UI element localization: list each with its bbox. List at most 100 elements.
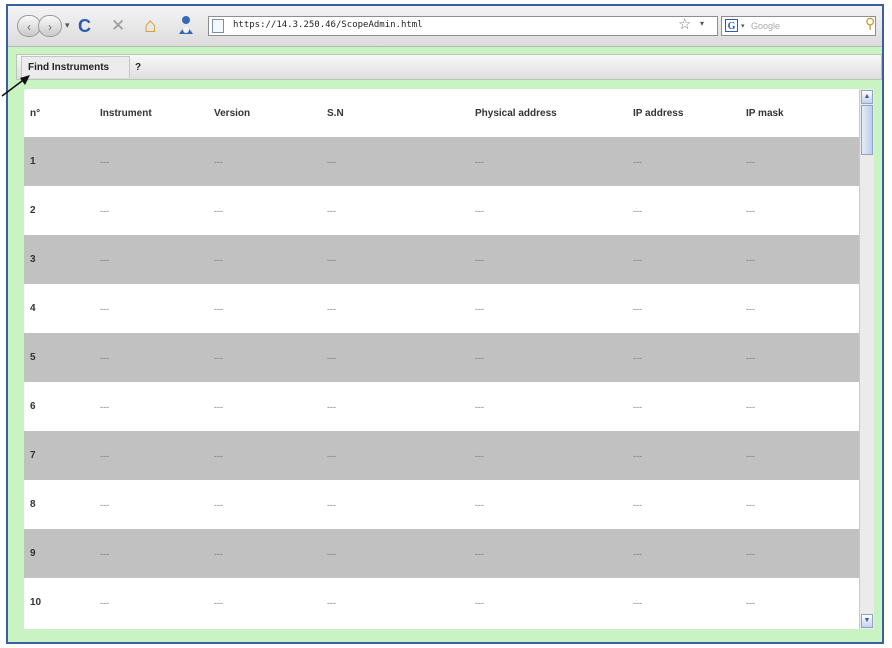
serial-number-cell: --- [327, 382, 475, 431]
version-cell: --- [214, 137, 327, 186]
table-row[interactable]: 4 --- --- --- --- --- --- [24, 284, 859, 333]
scroll-down-icon[interactable]: ▼ [861, 614, 873, 628]
reload-icon[interactable]: C [78, 13, 91, 39]
stop-icon[interactable]: ✕ [111, 13, 125, 39]
ip-mask-cell: --- [746, 382, 859, 431]
row-number-cell: 4 [24, 284, 100, 333]
row-number-cell: 1 [24, 137, 100, 186]
version-cell: --- [214, 235, 327, 284]
url-text: https://14.3.250.46/ScopeAdmin.html [233, 20, 423, 30]
physical-address-cell: --- [475, 137, 633, 186]
physical-address-cell: --- [475, 431, 633, 480]
address-bar[interactable]: https://14.3.250.46/ScopeAdmin.html [208, 16, 718, 36]
ip-mask-cell: --- [746, 431, 859, 480]
instrument-cell: --- [100, 529, 214, 578]
instrument-cell: --- [100, 137, 214, 186]
ip-address-cell: --- [633, 480, 746, 529]
physical-address-cell: --- [475, 578, 633, 627]
instrument-cell: --- [100, 480, 214, 529]
row-number-cell: 3 [24, 235, 100, 284]
table-row[interactable]: 9 --- --- --- --- --- --- [24, 529, 859, 578]
google-icon[interactable]: G [725, 19, 738, 32]
home-icon[interactable]: ⌂ [144, 13, 157, 39]
ip-address-cell: --- [633, 578, 746, 627]
ip-address-cell: --- [633, 235, 746, 284]
column-header-version[interactable]: Version [214, 89, 327, 137]
table-header-row: n° Instrument Version S.N Physical addre… [24, 89, 859, 137]
addon-icon[interactable] [176, 14, 196, 45]
physical-address-cell: --- [475, 235, 633, 284]
bookmark-star-icon[interactable]: ☆ [678, 15, 691, 33]
browser-toolbar: ‹ › ▾ C ✕ ⌂ https://14.3.250.46/ScopeAdm… [8, 6, 882, 47]
serial-number-cell: --- [327, 284, 475, 333]
search-icon[interactable]: ⚲ [865, 15, 875, 32]
ip-address-cell: --- [633, 431, 746, 480]
ip-mask-cell: --- [746, 578, 859, 627]
physical-address-cell: --- [475, 333, 633, 382]
physical-address-cell: --- [475, 480, 633, 529]
url-dropdown-icon[interactable]: ▾ [700, 19, 704, 28]
table-row[interactable]: 8 --- --- --- --- --- --- [24, 480, 859, 529]
version-cell: --- [214, 284, 327, 333]
ip-mask-cell: --- [746, 137, 859, 186]
instrument-cell: --- [100, 431, 214, 480]
instrument-cell: --- [100, 186, 214, 235]
table-row[interactable]: 2 --- --- --- --- --- --- [24, 186, 859, 235]
tab-help[interactable]: ? [135, 57, 141, 79]
column-header-instrument[interactable]: Instrument [100, 89, 214, 137]
serial-number-cell: --- [327, 186, 475, 235]
physical-address-cell: --- [475, 529, 633, 578]
vertical-scrollbar[interactable]: ▲ ▼ [859, 89, 874, 629]
scroll-up-icon[interactable]: ▲ [861, 90, 873, 104]
table-row[interactable]: 5 --- --- --- --- --- --- [24, 333, 859, 382]
table-row[interactable]: 10 --- --- --- --- --- --- [24, 578, 859, 627]
app-tabbar: Find Instruments ? [16, 54, 882, 80]
table-row[interactable]: 1 --- --- --- --- --- --- [24, 137, 859, 186]
instrument-cell: --- [100, 333, 214, 382]
column-header-physical-address[interactable]: Physical address [475, 89, 633, 137]
version-cell: --- [214, 382, 327, 431]
row-number-cell: 5 [24, 333, 100, 382]
instrument-cell: --- [100, 235, 214, 284]
version-cell: --- [214, 480, 327, 529]
serial-number-cell: --- [327, 480, 475, 529]
search-engine-dropdown-icon[interactable]: ▾ [741, 22, 745, 30]
serial-number-cell: --- [327, 137, 475, 186]
history-dropdown-icon[interactable]: ▾ [65, 20, 70, 31]
ip-address-cell: --- [633, 284, 746, 333]
ip-mask-cell: --- [746, 235, 859, 284]
column-header-serial-number[interactable]: S.N [327, 89, 475, 137]
physical-address-cell: --- [475, 284, 633, 333]
version-cell: --- [214, 431, 327, 480]
app-area: Find Instruments ? n° Instrument Version… [8, 47, 882, 642]
search-box[interactable]: G ▾ Google [721, 16, 876, 36]
ip-mask-cell: --- [746, 284, 859, 333]
row-number-cell: 2 [24, 186, 100, 235]
ip-address-cell: --- [633, 186, 746, 235]
instruments-table: n° Instrument Version S.N Physical addre… [24, 89, 859, 627]
column-header-ip-address[interactable]: IP address [633, 89, 746, 137]
instrument-cell: --- [100, 578, 214, 627]
column-header-ip-mask[interactable]: IP mask [746, 89, 859, 137]
scroll-thumb[interactable] [861, 105, 873, 155]
page-icon [212, 19, 224, 33]
version-cell: --- [214, 186, 327, 235]
search-placeholder: Google [751, 21, 781, 31]
row-number-cell: 10 [24, 578, 100, 627]
ip-mask-cell: --- [746, 186, 859, 235]
row-number-cell: 7 [24, 431, 100, 480]
physical-address-cell: --- [475, 382, 633, 431]
table-row[interactable]: 6 --- --- --- --- --- --- [24, 382, 859, 431]
ip-mask-cell: --- [746, 529, 859, 578]
ip-address-cell: --- [633, 529, 746, 578]
serial-number-cell: --- [327, 578, 475, 627]
ip-mask-cell: --- [746, 333, 859, 382]
table-row[interactable]: 7 --- --- --- --- --- --- [24, 431, 859, 480]
instrument-cell: --- [100, 382, 214, 431]
table-row[interactable]: 3 --- --- --- --- --- --- [24, 235, 859, 284]
annotation-arrow-icon [1, 75, 30, 97]
ip-address-cell: --- [633, 382, 746, 431]
serial-number-cell: --- [327, 333, 475, 382]
version-cell: --- [214, 578, 327, 627]
row-number-cell: 9 [24, 529, 100, 578]
